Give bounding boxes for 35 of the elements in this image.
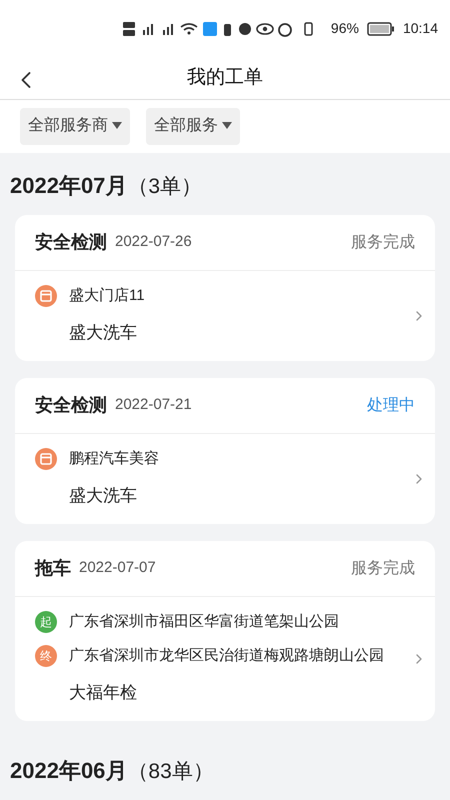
stop-badge: 终 <box>35 645 57 667</box>
store-icon <box>35 448 57 470</box>
order-date: 2022-07-26 <box>115 232 192 252</box>
order-card[interactable]: 安全检测 2022-07-21 处理中 鹏程汽车美容 盛大洗车 <box>15 378 435 524</box>
order-count: （3单） <box>127 174 202 200</box>
filter-dropdown[interactable]: 全部服务 <box>146 108 240 145</box>
page-title: 我的工单 <box>187 66 263 90</box>
month-heading: 2022年06月 <box>10 757 128 785</box>
battery-percent: 96% <box>330 19 359 38</box>
order-date: 2022-07-21 <box>115 395 192 416</box>
provider-name: 盛大洗车 <box>69 485 138 508</box>
location-text: 广东省深圳市福田区华富街道笔架山公园 <box>69 612 339 632</box>
service-name: 安全检测 <box>35 231 107 254</box>
location-text: 盛大门店11 <box>69 286 145 306</box>
service-name: 安全检测 <box>35 394 107 417</box>
stop-badge: 起 <box>35 611 57 633</box>
order-status: 服务完成 <box>351 558 415 578</box>
order-count: （83单） <box>127 759 214 785</box>
clock-time: 10:14 <box>402 19 438 38</box>
location-text: 广东省深圳市龙华区民治街道梅观路塘朗山公园 <box>69 646 384 666</box>
filter-dropdown[interactable]: 全部服务商 <box>20 108 130 145</box>
battery-icon <box>366 22 395 36</box>
order-card[interactable]: 拖车 2022-07-07 服务完成 起 广东省深圳市福田区华富街道笔架山公园 终 广东省深圳市龙华区民治街道梅观路塘朗山公园 大福年检 <box>15 541 435 721</box>
order-card[interactable]: 安全检测 2022-07-26 服务完成 盛大门店11 盛大洗车 <box>15 215 435 361</box>
store-icon <box>35 285 57 307</box>
order-status: 处理中 <box>367 396 415 416</box>
order-date: 2022-07-07 <box>79 558 156 578</box>
caret-icon <box>112 122 122 130</box>
provider-name: 盛大洗车 <box>69 322 138 344</box>
order-status: 服务完成 <box>351 232 415 252</box>
service-name: 拖车 <box>35 557 71 580</box>
provider-name: 大福年检 <box>69 682 138 704</box>
month-heading: 2022年07月 <box>10 172 128 200</box>
location-text: 鹏程汽车美容 <box>69 448 159 469</box>
caret-icon <box>222 122 232 130</box>
